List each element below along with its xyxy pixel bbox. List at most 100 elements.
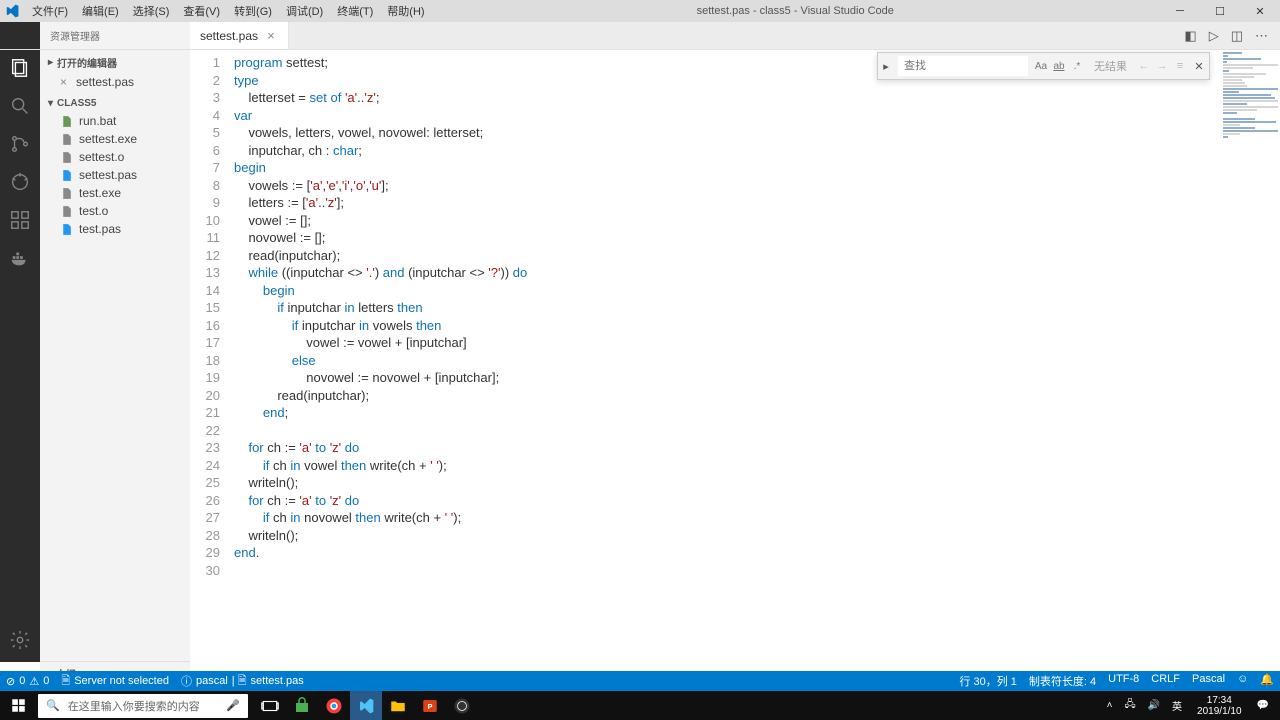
maximize-button[interactable]: ☐ bbox=[1200, 0, 1240, 22]
code-line[interactable]: 14 begin bbox=[190, 282, 1280, 300]
close-icon[interactable]: × bbox=[264, 29, 278, 43]
explorer-icon[interactable] bbox=[8, 56, 32, 80]
run-icon[interactable]: ▷ bbox=[1209, 28, 1219, 44]
minimize-button[interactable]: ─ bbox=[1160, 0, 1200, 22]
code-line[interactable]: 26 for ch := 'a' to 'z' do bbox=[190, 492, 1280, 510]
code-editor[interactable]: ▸ Aa ab .* 无结果 ← → ≡ ✕ 1program settest;… bbox=[190, 50, 1280, 662]
debug-icon[interactable] bbox=[8, 170, 32, 194]
more-icon[interactable]: ⋯ bbox=[1255, 28, 1268, 44]
obs-icon[interactable] bbox=[446, 691, 478, 720]
minimap[interactable] bbox=[1223, 52, 1278, 142]
status-problems[interactable]: ⊘0 ⚠0 bbox=[0, 671, 55, 691]
code-line[interactable]: 15 if inputchar in letters then bbox=[190, 299, 1280, 317]
code-line[interactable]: 27 if ch in novowel then write(ch + ' ')… bbox=[190, 509, 1280, 527]
code-line[interactable]: 12 read(inputchar); bbox=[190, 247, 1280, 265]
file-item[interactable]: test.exe bbox=[40, 184, 190, 202]
whole-word-icon[interactable]: ab bbox=[1050, 57, 1068, 75]
taskbar-search[interactable]: 🔍 在这里输入你要搜索的内容 🎤 bbox=[38, 694, 248, 718]
find-prev-icon[interactable]: ← bbox=[1135, 57, 1153, 75]
status-encoding[interactable]: UTF-8 bbox=[1102, 673, 1145, 685]
vscode-taskbar-icon[interactable] bbox=[350, 691, 382, 720]
menu-item[interactable]: 选择(S) bbox=[127, 1, 176, 21]
find-expand-icon[interactable]: ▸ bbox=[878, 53, 894, 79]
code-line[interactable]: 4var bbox=[190, 107, 1280, 125]
code-line[interactable]: 17 vowel := vowel + [inputchar] bbox=[190, 334, 1280, 352]
code-line[interactable]: 7begin bbox=[190, 159, 1280, 177]
code-line[interactable]: 20 read(inputchar); bbox=[190, 387, 1280, 405]
code-line[interactable]: 10 vowel := []; bbox=[190, 212, 1280, 230]
open-editors-header[interactable]: ▸ 打开的编辑器 bbox=[40, 52, 190, 73]
search-icon[interactable] bbox=[8, 94, 32, 118]
file-item[interactable]: settest.pas bbox=[40, 166, 190, 184]
code-line[interactable]: 18 else bbox=[190, 352, 1280, 370]
status-feedback[interactable]: ☺ bbox=[1231, 673, 1254, 685]
file-item[interactable]: test.o bbox=[40, 202, 190, 220]
match-case-icon[interactable]: Aa bbox=[1032, 57, 1050, 75]
folder-header[interactable]: ▾ CLASS5 bbox=[40, 95, 190, 112]
settings-icon[interactable] bbox=[8, 628, 32, 652]
toolbox-icon[interactable]: ◧ bbox=[1184, 28, 1196, 44]
menu-item[interactable]: 帮助(H) bbox=[381, 1, 430, 21]
code-line[interactable]: 13 while ((inputchar <> '.') and (inputc… bbox=[190, 264, 1280, 282]
task-view-icon[interactable] bbox=[254, 691, 286, 720]
find-input[interactable] bbox=[898, 56, 1028, 76]
menu-item[interactable]: 终端(T) bbox=[331, 1, 379, 21]
status-server[interactable]: 🗎 Server not selected bbox=[55, 671, 175, 691]
close-button[interactable]: ✕ bbox=[1240, 0, 1280, 22]
volume-icon[interactable]: 🔊 bbox=[1145, 700, 1163, 711]
regex-icon[interactable]: .* bbox=[1068, 57, 1086, 75]
status-bell-icon[interactable]: 🔔 bbox=[1254, 673, 1280, 686]
status-eol[interactable]: CRLF bbox=[1145, 673, 1186, 685]
source-control-icon[interactable] bbox=[8, 132, 32, 156]
code-content[interactable]: 1program settest;2type3 letterset = set … bbox=[190, 50, 1280, 579]
menu-item[interactable]: 调试(D) bbox=[280, 1, 329, 21]
status-cursor[interactable]: 行 30，列 1 bbox=[953, 673, 1022, 689]
mic-icon[interactable]: 🎤 bbox=[226, 699, 240, 712]
code-line[interactable]: 22 bbox=[190, 422, 1280, 440]
status-language[interactable]: Pascal bbox=[1186, 673, 1231, 685]
code-line[interactable]: 24 if ch in vowel then write(ch + ' '); bbox=[190, 457, 1280, 475]
docker-icon[interactable] bbox=[8, 246, 32, 270]
menu-item[interactable]: 编辑(E) bbox=[76, 1, 125, 21]
chrome-icon[interactable] bbox=[318, 691, 350, 720]
code-line[interactable]: 3 letterset = set of 'a'..'z'; bbox=[190, 89, 1280, 107]
menu-item[interactable]: 转到(G) bbox=[228, 1, 278, 21]
code-line[interactable]: 8 vowels := ['a','e','i','o','u']; bbox=[190, 177, 1280, 195]
status-tabsize[interactable]: 制表符长度: 4 bbox=[1023, 673, 1102, 689]
code-line[interactable]: 9 letters := ['a'..'z']; bbox=[190, 194, 1280, 212]
ime-icon[interactable]: 英 bbox=[1169, 698, 1185, 713]
code-line[interactable]: 29end. bbox=[190, 544, 1280, 562]
file-item[interactable]: run.bat bbox=[40, 112, 190, 130]
find-close-icon[interactable]: ✕ bbox=[1189, 60, 1209, 73]
taskbar-clock[interactable]: 17:34 2019/1/10 bbox=[1191, 695, 1248, 717]
code-line[interactable]: 21 end; bbox=[190, 404, 1280, 422]
open-editor-item[interactable]: × settest.pas bbox=[40, 73, 190, 91]
file-item[interactable]: settest.exe bbox=[40, 130, 190, 148]
code-line[interactable]: 25 writeln(); bbox=[190, 474, 1280, 492]
code-line[interactable]: 11 novowel := []; bbox=[190, 229, 1280, 247]
file-explorer-icon[interactable] bbox=[382, 691, 414, 720]
file-item[interactable]: settest.o bbox=[40, 148, 190, 166]
code-line[interactable]: 16 if inputchar in vowels then bbox=[190, 317, 1280, 335]
split-icon[interactable]: ◫ bbox=[1231, 28, 1243, 44]
powerpoint-icon[interactable]: P bbox=[414, 691, 446, 720]
code-line[interactable]: 6 inputchar, ch : char; bbox=[190, 142, 1280, 160]
close-icon[interactable]: × bbox=[60, 75, 70, 89]
tab-settest[interactable]: settest.pas × bbox=[190, 22, 289, 49]
tray-expand-icon[interactable]: ˄ bbox=[1104, 700, 1116, 711]
find-selection-icon[interactable]: ≡ bbox=[1171, 57, 1189, 75]
file-item[interactable]: test.pas bbox=[40, 220, 190, 238]
start-button[interactable] bbox=[0, 691, 36, 720]
code-line[interactable]: 19 novowel := novowel + [inputchar]; bbox=[190, 369, 1280, 387]
code-line[interactable]: 5 vowels, letters, vowel, novowel: lette… bbox=[190, 124, 1280, 142]
status-lang-ext[interactable]: ⓘ pascal | 🗎 settest.pas bbox=[175, 671, 310, 691]
menu-item[interactable]: 查看(V) bbox=[177, 1, 226, 21]
extensions-icon[interactable] bbox=[8, 208, 32, 232]
find-next-icon[interactable]: → bbox=[1153, 57, 1171, 75]
store-icon[interactable] bbox=[286, 691, 318, 720]
network-icon[interactable]: 🖧 bbox=[1121, 697, 1138, 714]
notifications-icon[interactable]: 💬 bbox=[1254, 700, 1272, 711]
code-line[interactable]: 23 for ch := 'a' to 'z' do bbox=[190, 439, 1280, 457]
menu-item[interactable]: 文件(F) bbox=[26, 1, 74, 21]
code-line[interactable]: 28 writeln(); bbox=[190, 527, 1280, 545]
